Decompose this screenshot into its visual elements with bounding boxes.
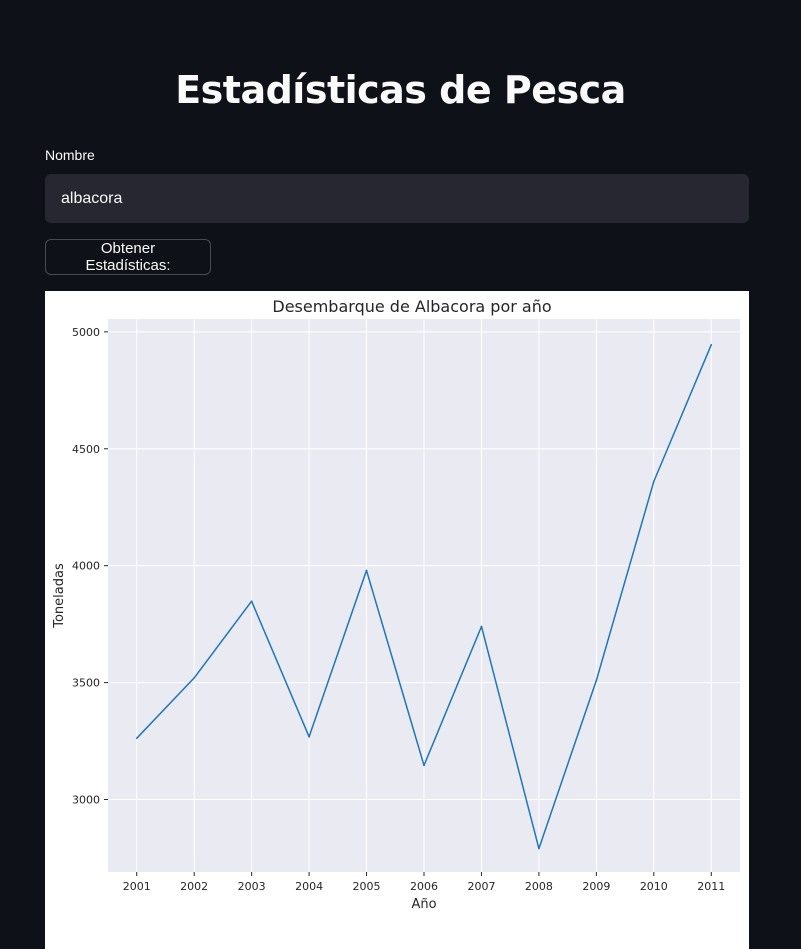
get-stats-button[interactable]: Obtener Estadísticas:: [45, 239, 211, 275]
name-input[interactable]: [45, 174, 749, 223]
x-tick-label: 2001: [123, 880, 151, 893]
data-point: [710, 343, 713, 346]
chart-title: Desembarque de Albacora por año: [272, 297, 551, 316]
data-point: [193, 677, 195, 679]
y-tick-label: 4000: [72, 560, 100, 573]
data-point: [423, 764, 425, 767]
name-field-label: Nombre: [45, 147, 95, 163]
data-point: [653, 480, 655, 483]
x-tick-label: 2009: [582, 880, 610, 893]
x-tick-label: 2011: [697, 880, 725, 893]
data-point: [250, 600, 253, 603]
data-point: [135, 737, 138, 740]
x-tick-label: 2008: [525, 880, 553, 893]
data-point: [538, 847, 540, 850]
data-point: [595, 679, 598, 682]
x-tick-label: 2007: [467, 880, 495, 893]
y-tick-label: 4500: [72, 443, 100, 456]
data-point: [480, 625, 483, 628]
x-tick-label: 2005: [353, 880, 381, 893]
y-tick-label: 3000: [72, 794, 100, 807]
x-tick-label: 2003: [238, 880, 266, 893]
page-title: Estadísticas de Pesca: [175, 68, 626, 112]
y-tick-label: 3500: [72, 677, 100, 690]
y-tick-label: 5000: [72, 326, 100, 339]
app-page: Estadísticas de Pesca Nombre Obtener Est…: [0, 0, 801, 949]
y-axis-label: Toneladas: [52, 563, 67, 629]
x-axis-label: Año: [411, 897, 436, 912]
data-point: [365, 569, 368, 572]
x-tick-label: 2004: [295, 880, 323, 893]
x-tick-label: 2002: [180, 880, 208, 893]
x-tick-label: 2006: [410, 880, 438, 893]
x-tick-label: 2010: [640, 880, 668, 893]
chart-card: 2001 2002 2003 2004 2005 2006 2007 2008 2009 2010…: [45, 291, 749, 949]
line-chart: 2001 2002 2003 2004 2005 2006 2007 2008 2009 2010…: [52, 297, 740, 912]
data-point: [308, 736, 310, 738]
